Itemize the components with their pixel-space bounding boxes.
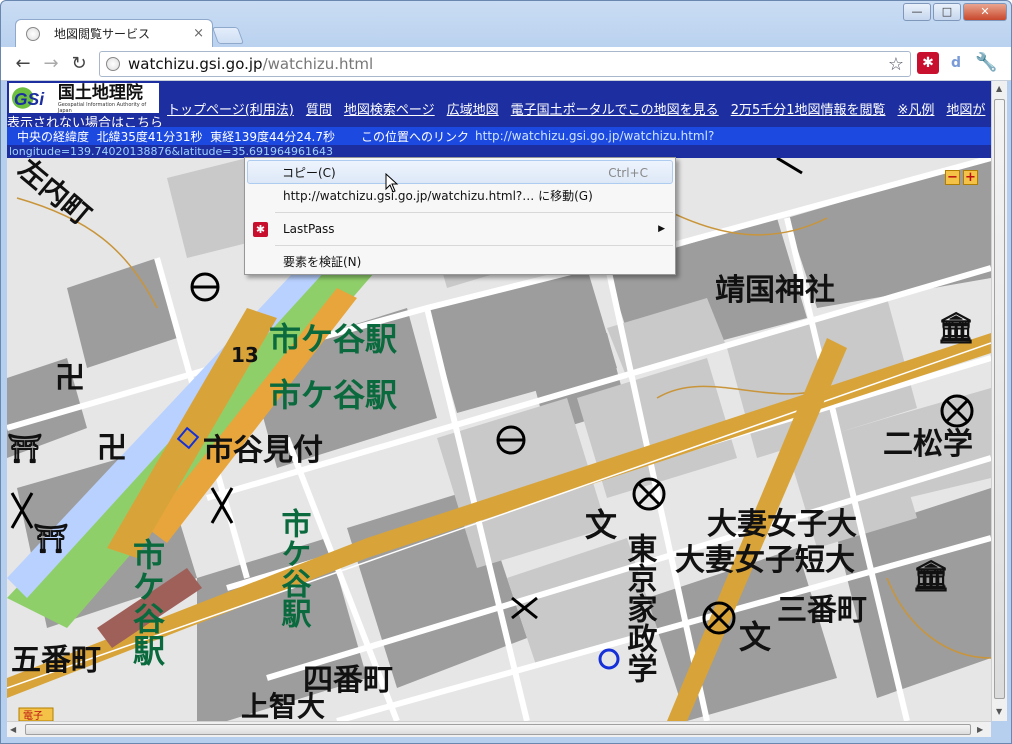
map-label-gobancho: 五番町 (11, 643, 101, 678)
map-label-vertical-station-1: 市ケ谷駅 (128, 537, 166, 667)
menu-item-lastpass-label: LastPass (283, 222, 335, 236)
svg-text:⛩: ⛩ (33, 522, 69, 555)
menu-item-goto-label: http://watchizu.gsi.go.jp/watchizu.html?… (283, 189, 593, 203)
back-icon[interactable]: ← (9, 50, 37, 78)
gsi-header: GSi 国土地理院 Geospatial Information Authori… (7, 81, 991, 131)
center-coord-label: 中央の経緯度 (17, 129, 90, 144)
url-host: watchizu.gsi.go.jp (128, 55, 263, 73)
nav-link-faq[interactable]: 質問 (306, 99, 332, 118)
tab-title: 地図閲覧サービス (54, 27, 151, 41)
nav-link-legend[interactable]: ※凡例 (898, 99, 935, 118)
horizontal-scroll-thumb[interactable] (25, 724, 971, 735)
submenu-arrow-icon: ▶ (658, 224, 665, 234)
zoom-control: − + (945, 170, 978, 185)
menu-item-copy-label: コピー(C) (282, 166, 336, 180)
scroll-right-icon[interactable]: ▶ (977, 725, 983, 734)
bookmark-star-icon[interactable]: ☆ (888, 54, 904, 75)
position-link[interactable]: http://watchizu.gsi.go.jp/watchizu.html? (475, 129, 714, 143)
map-label-yasukuni: 靖国神社 (715, 273, 835, 308)
reload-icon[interactable]: ↻ (65, 50, 93, 78)
lastpass-icon: ✱ (253, 222, 268, 237)
nav-link-25000[interactable]: 2万5千分1地図情報を閲覧 (731, 99, 886, 118)
scroll-down-icon[interactable]: ▼ (996, 707, 1002, 716)
mouse-cursor-icon (385, 173, 399, 193)
maximize-button[interactable]: □ (933, 3, 961, 21)
svg-text:文: 文 (739, 618, 771, 656)
nav-link-portal[interactable]: 電子国土ポータルでこの地図を見る (511, 99, 719, 118)
nav-link-map-issue[interactable]: 地図が (946, 99, 985, 118)
nav-link-wide-map[interactable]: 広域地図 (447, 99, 499, 118)
page-favicon-icon (26, 26, 40, 41)
zoom-out-button[interactable]: − (945, 170, 960, 185)
horizontal-scrollbar[interactable]: ◀ ▶ (7, 721, 991, 737)
svg-text:GSi: GSi (14, 89, 45, 109)
map-label-station-1: 市ケ谷駅 (269, 320, 397, 358)
menu-separator (275, 245, 673, 246)
site-info-icon[interactable] (106, 57, 120, 71)
tab-watchizu[interactable]: 地図閲覧サービス × (15, 19, 213, 47)
nav-link-search[interactable]: 地図検索ページ (344, 99, 435, 118)
position-link-label: この位置へのリンク (361, 129, 470, 144)
menu-separator (275, 212, 673, 213)
lastpass-extension-icon[interactable]: ✱ (917, 52, 939, 74)
svg-text:卍: 卍 (97, 431, 127, 466)
map-label-mitsuke: 市谷見付 (203, 433, 323, 468)
wrench-menu-icon[interactable]: 🔧 (975, 52, 997, 74)
menu-item-lastpass[interactable]: ✱ LastPass ▶ (245, 217, 675, 241)
map-label-13: 13 (231, 343, 259, 367)
menu-item-goto-url[interactable]: http://watchizu.gsi.go.jp/watchizu.html?… (245, 184, 675, 208)
browser-toolbar: ← → ↻ watchizu.gsi.go.jp/watchizu.html ☆… (1, 47, 1011, 81)
longitude-value: 東経139度44分24.7秒 (210, 129, 336, 144)
map-label-vertical-station-2: 市ケ谷駅 (276, 507, 312, 629)
map-label-nishogakusha: 二松学 (883, 427, 973, 462)
menu-item-inspect-label: 要素を検証(N) (283, 255, 362, 269)
tab-close-icon[interactable]: × (193, 26, 204, 41)
latitude-value: 北緯35度41分31秒 (96, 129, 203, 144)
vertical-scrollbar[interactable]: ▲ ▼ (991, 81, 1007, 721)
new-tab-button[interactable] (211, 27, 245, 44)
scroll-left-icon[interactable]: ◀ (10, 725, 16, 734)
header-nav: トップページ(利用法) 質問 地図検索ページ 広域地図 電子国土ポータルでこの地… (167, 99, 985, 118)
browser-window: 地図閲覧サービス × — □ ✕ ← → ↻ watchizu.gsi.go.j… (0, 0, 1012, 744)
address-bar[interactable]: watchizu.gsi.go.jp/watchizu.html ☆ (99, 51, 911, 77)
url-path: /watchizu.html (262, 55, 374, 73)
svg-text:🏛: 🏛 (912, 559, 950, 594)
svg-text:文: 文 (585, 506, 617, 544)
map-label-tokyo-kasei: 東京家政学 (622, 533, 658, 683)
svg-text:🏛: 🏛 (937, 311, 975, 346)
vertical-scroll-thumb[interactable] (994, 99, 1005, 699)
scroll-up-icon[interactable]: ▲ (996, 84, 1002, 93)
close-window-button[interactable]: ✕ (963, 3, 1007, 21)
minimize-button[interactable]: — (903, 3, 931, 21)
coordinate-bar: 中央の経緯度 北緯35度41分31秒 東経139度44分24.7秒 この位置への… (7, 127, 991, 145)
map-label-otsuma-jc: 大妻女子短大 (675, 543, 855, 578)
map-label-otsuma-univ: 大妻女子大 (707, 507, 857, 542)
svg-text:卍: 卍 (55, 361, 85, 396)
gsi-logo[interactable]: GSi 国土地理院 Geospatial Information Authori… (9, 82, 159, 114)
logo-title: 国土地理院 (57, 82, 143, 103)
map-label-sanbancho: 三番町 (777, 593, 867, 628)
forward-icon[interactable]: → (37, 50, 65, 78)
nav-link-top[interactable]: トップページ(利用法) (167, 99, 294, 118)
context-menu: コピー(C) Ctrl+C http://watchizu.gsi.go.jp/… (244, 157, 676, 275)
menu-item-copy[interactable]: コピー(C) Ctrl+C (247, 160, 673, 184)
map-label-station-2: 市ケ谷駅 (269, 376, 397, 414)
extension-d-icon[interactable]: d (945, 52, 967, 74)
gsi-logo-icon: GSi (11, 87, 45, 109)
svg-text:⛩: ⛩ (7, 432, 43, 465)
map-label-jochi: 上智大 (241, 690, 325, 721)
zoom-in-button[interactable]: + (963, 170, 978, 185)
menu-item-copy-shortcut: Ctrl+C (608, 166, 648, 180)
corner-badge[interactable]: 電子 (23, 710, 43, 721)
menu-item-inspect[interactable]: 要素を検証(N) (245, 250, 675, 274)
tab-strip: 地図閲覧サービス × — □ ✕ (1, 1, 1011, 47)
